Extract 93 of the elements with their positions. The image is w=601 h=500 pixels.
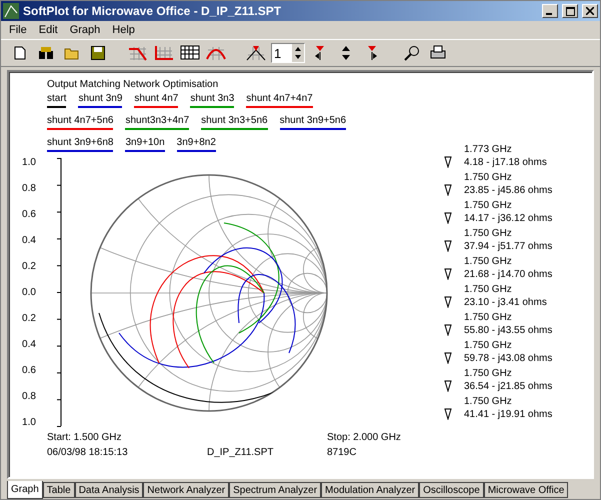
- menu-item[interactable]: File: [3, 24, 33, 36]
- stop-frequency: Stop: 2.000 GHz: [327, 432, 402, 443]
- marker-impedance: 41.41 - j19.91 ohms: [464, 408, 554, 420]
- folder-icon: [64, 46, 80, 60]
- marker-frequency: 1.750 GHz: [464, 200, 513, 211]
- marker-frequency: 1.773 GHz: [464, 144, 513, 155]
- legend-item: start: [47, 92, 66, 108]
- app-icon: [3, 3, 19, 19]
- marker-triangle-icon: [444, 352, 452, 364]
- maximize-button[interactable]: [562, 4, 578, 18]
- legend-item: shunt 3n3+5n6: [201, 114, 268, 130]
- marker-right-icon: [366, 45, 378, 61]
- marker-triangle-icon: [444, 268, 452, 280]
- spin-arrows-icon: [292, 44, 304, 62]
- marker-left-icon: [314, 45, 326, 61]
- axis-tick-label: 0.4: [22, 340, 36, 350]
- axis-tick-label: 0.8: [22, 392, 36, 402]
- close-icon: [586, 7, 594, 15]
- instrument-name: 8719C: [327, 447, 358, 458]
- axis-tick-label: 0.4: [22, 236, 36, 246]
- window-title: SoftPlot for Microwave Office - D_IP_Z11.SPT: [23, 4, 282, 18]
- marker-impedance: 37.94 - j51.77 ohms: [464, 240, 554, 252]
- legend-item: shunt3n3+4n7: [125, 114, 190, 130]
- tab[interactable]: Microwave Office: [484, 482, 568, 498]
- up-down-arrows-icon: [340, 45, 352, 61]
- plot-title: Output Matching Network Optimisation: [47, 78, 220, 92]
- marker-triangle-icon: [444, 156, 452, 168]
- marker-triangle-icon: [444, 324, 452, 336]
- marker-frequency: 1.750 GHz: [464, 256, 513, 267]
- marker-peak-icon: [246, 45, 266, 61]
- tab[interactable]: Data Analysis: [74, 482, 144, 498]
- start-frequency: Start: 1.500 GHz: [47, 432, 122, 443]
- axis-tick-label: 0.6: [22, 366, 36, 376]
- marker-impedance: 36.54 - j21.85 ohms: [464, 380, 554, 392]
- axis-tick-label: 1.0: [22, 158, 36, 168]
- marker-frequency: 1.750 GHz: [464, 228, 513, 239]
- marker-frequency: 1.750 GHz: [464, 312, 513, 323]
- printer-icon: [430, 45, 446, 61]
- marker-triangle-icon: [444, 296, 452, 308]
- marker-impedance: 59.78 - j43.08 ohms: [464, 352, 554, 364]
- marker-triangle-icon: [444, 380, 452, 392]
- marker-impedance: 55.80 - j43.55 ohms: [464, 324, 554, 336]
- legend-item: 3n9+8n2: [176, 136, 216, 152]
- marker-frequency: 1.750 GHz: [464, 284, 513, 295]
- axes-icon: [154, 45, 174, 61]
- tab[interactable]: Modulation Analyzer: [321, 482, 420, 498]
- legend-item: shunt 3n3: [190, 92, 234, 108]
- tab[interactable]: Oscilloscope: [419, 482, 484, 498]
- tab[interactable]: Graph: [7, 481, 43, 499]
- marker-triangle-icon: [444, 212, 452, 224]
- minimize-button[interactable]: [542, 4, 558, 18]
- menu-item[interactable]: Help: [106, 24, 141, 36]
- tab[interactable]: Table: [42, 482, 75, 498]
- tab[interactable]: Network Analyzer: [143, 482, 230, 498]
- axis-tick-label: 1.0: [22, 418, 36, 428]
- marker-impedance: 4.18 - j17.18 ohms: [464, 156, 548, 168]
- tab[interactable]: Spectrum Analyzer: [229, 482, 322, 498]
- axis-tick-label: 0.8: [22, 184, 36, 194]
- marker-impedance: 23.85 - j45.86 ohms: [464, 184, 554, 196]
- file-name: D_IP_Z11.SPT: [207, 447, 275, 458]
- close-button[interactable]: [582, 4, 598, 18]
- marker-impedance: 21.68 - j14.70 ohms: [464, 268, 554, 280]
- grid-curve-icon: [128, 45, 148, 61]
- axis-tick-label: 0.2: [22, 262, 36, 272]
- marker-triangle-icon: [444, 240, 452, 252]
- legend-item: shunt 3n9+5n6: [280, 114, 346, 130]
- binoculars-icon: [38, 46, 54, 60]
- marker-impedance: 23.10 - j3.41 ohms: [464, 296, 548, 308]
- legend-item: shunt 3n9+6n8: [47, 136, 114, 152]
- grid-icon: [180, 45, 200, 61]
- menu-item[interactable]: Edit: [32, 24, 64, 36]
- marker-number-field[interactable]: 1: [271, 43, 305, 63]
- peak-curve-icon: [206, 45, 226, 61]
- marker-triangle-icon: [444, 184, 452, 196]
- legend-item: shunt 4n7+5n6: [47, 114, 114, 130]
- axis-tick-label: 0.0: [22, 288, 36, 298]
- marker-frequency: 1.750 GHz: [464, 340, 513, 351]
- marker-impedance: 14.17 - j36.12 ohms: [464, 212, 554, 224]
- legend-item: shunt 4n7: [134, 92, 178, 108]
- legend-item: shunt 4n7+4n7: [246, 92, 313, 108]
- marker-frequency: 1.750 GHz: [464, 368, 513, 379]
- marker-frequency: 1.750 GHz: [464, 396, 513, 407]
- legend-item: shunt 3n9: [78, 92, 122, 108]
- magnifier-icon: [404, 45, 420, 61]
- marker-triangle-icon: [444, 408, 452, 420]
- axis-tick-label: 0.2: [22, 314, 36, 324]
- document-icon: [14, 46, 26, 60]
- marker-frequency: 1.750 GHz: [464, 172, 513, 183]
- axis-tick-label: 0.6: [22, 210, 36, 220]
- menu-item[interactable]: Graph: [64, 24, 106, 36]
- legend-item: 3n9+10n: [125, 136, 165, 152]
- timestamp: 06/03/98 18:15:13: [47, 447, 129, 458]
- maximize-icon: [566, 6, 574, 16]
